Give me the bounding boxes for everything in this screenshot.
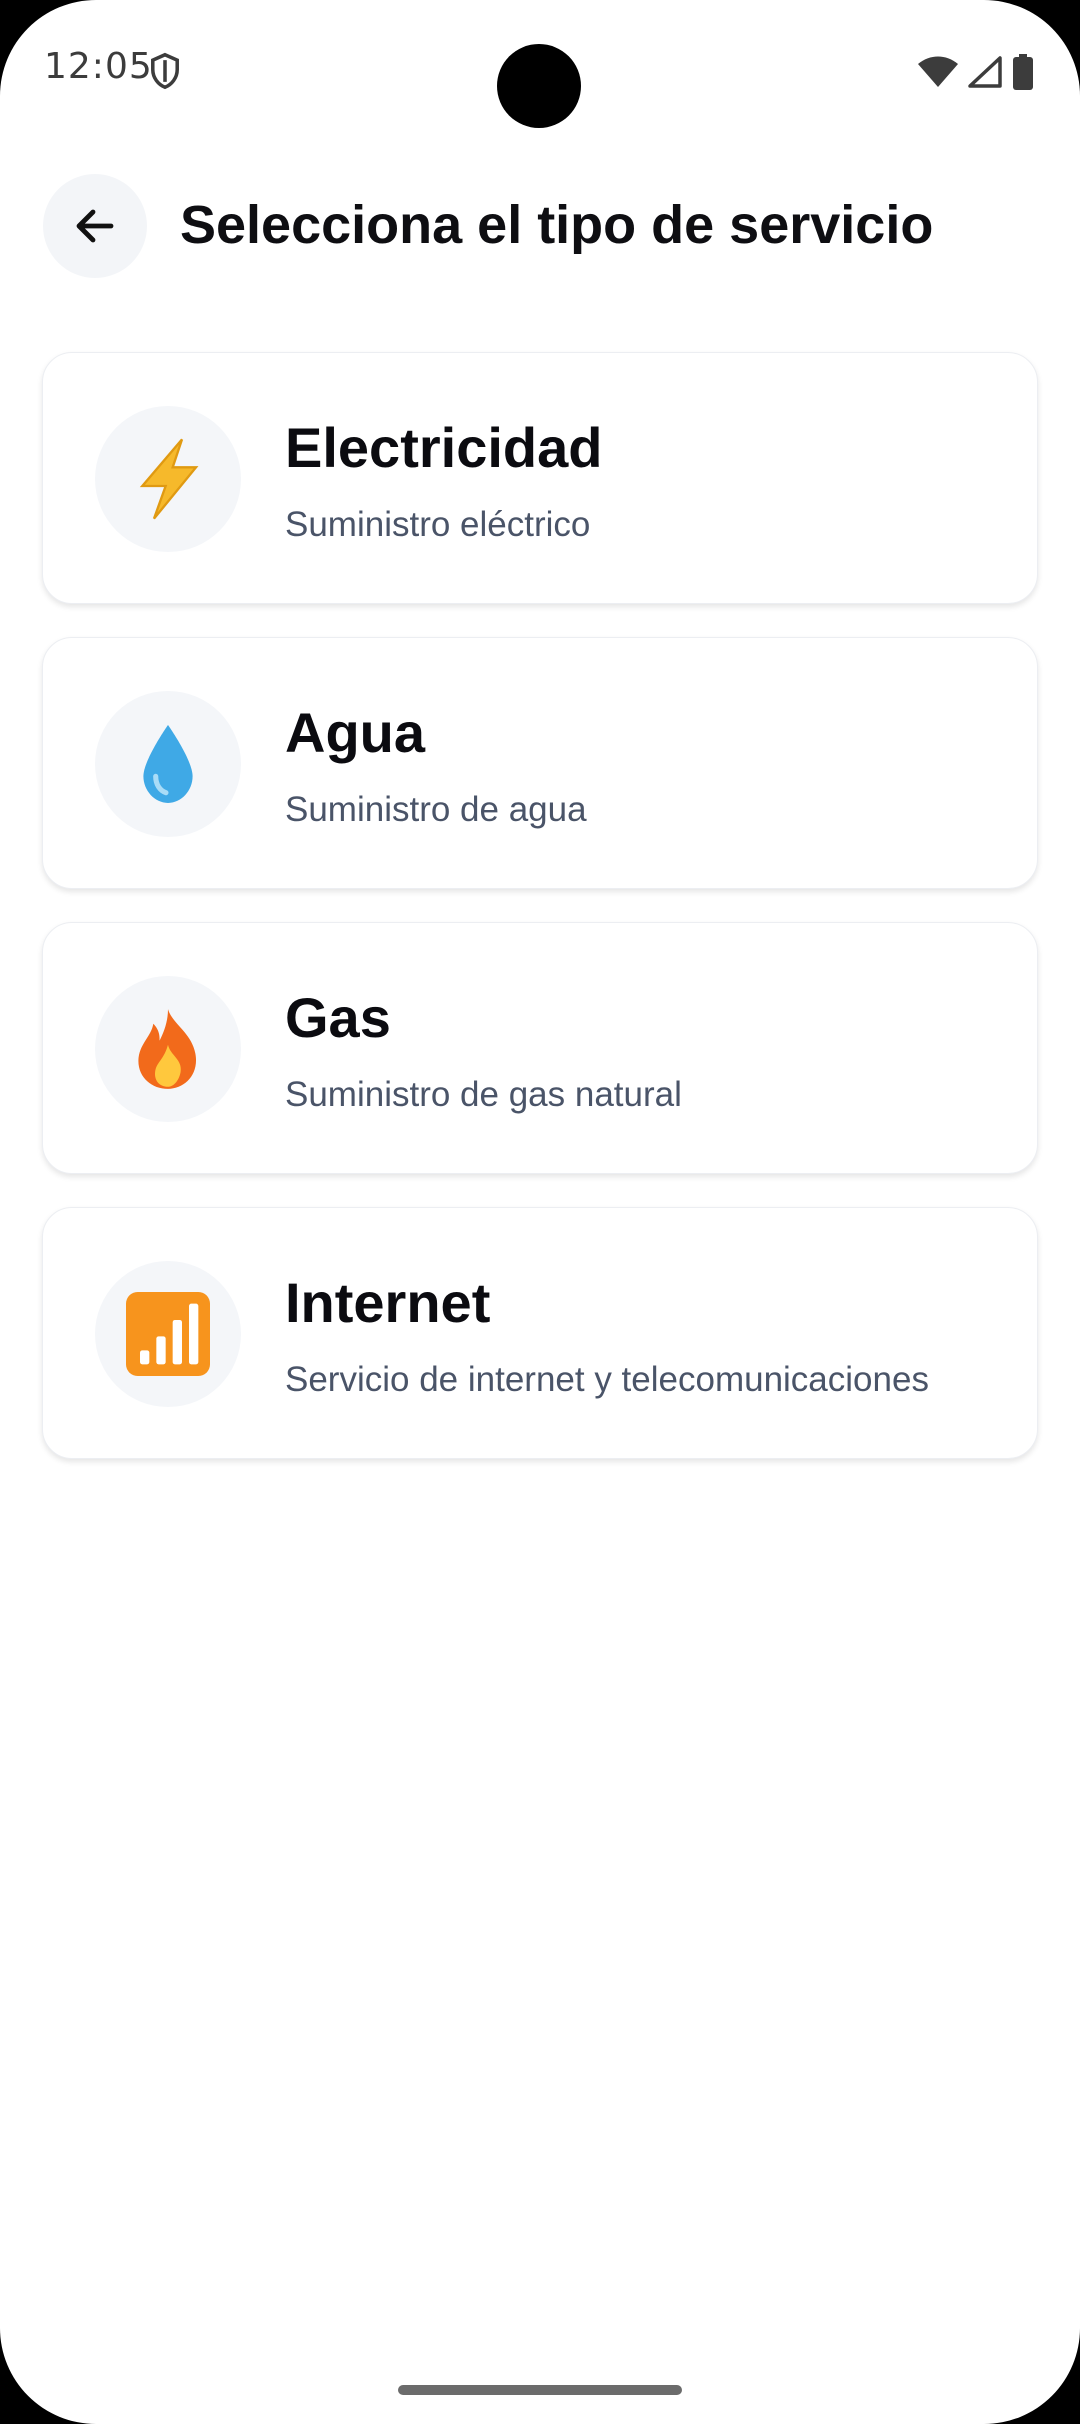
battery-icon [1013,54,1033,90]
page-title: Selecciona el tipo de servicio [180,195,934,255]
service-name: Internet [285,1271,491,1334]
wifi-icon [918,56,958,87]
service-icon-container [95,1261,241,1407]
shield-icon [151,52,179,90]
front-camera [497,44,581,128]
arrow-left-icon [76,209,114,243]
service-description: Suministro de gas natural [285,1075,682,1114]
status-bar: 12:05 [0,0,1080,140]
service-description: Suministro eléctrico [285,505,591,544]
service-card-internet[interactable]: Internet Servicio de internet y telecomu… [42,1207,1038,1459]
water-drop-icon [143,725,193,803]
service-name: Electricidad [285,416,603,479]
status-icons [918,52,1034,92]
signal-bars-icon [126,1292,210,1376]
service-card-electricidad[interactable]: Electricidad Suministro eléctrico [42,352,1038,604]
header: Selecciona el tipo de servicio [0,170,1080,282]
service-name: Agua [285,701,425,764]
fire-icon [138,1009,197,1089]
cell-signal-icon [968,56,1002,88]
service-icon-container [95,691,241,837]
back-button[interactable] [43,174,147,278]
service-list: Electricidad Suministro eléctrico Agua S… [42,352,1038,1492]
lightning-icon [139,438,199,520]
service-description: Suministro de agua [285,790,587,829]
status-time: 12:05 [44,46,153,87]
service-icon-container [95,976,241,1122]
service-card-gas[interactable]: Gas Suministro de gas natural [42,922,1038,1174]
app-screen: 12:05 Selecciona el tipo de servicio Ele… [0,0,1080,2424]
service-card-agua[interactable]: Agua Suministro de agua [42,637,1038,889]
service-icon-container [95,406,241,552]
service-description: Servicio de internet y telecomunicacione… [285,1360,929,1399]
service-name: Gas [285,986,391,1049]
gesture-nav-handle[interactable] [398,2385,682,2395]
